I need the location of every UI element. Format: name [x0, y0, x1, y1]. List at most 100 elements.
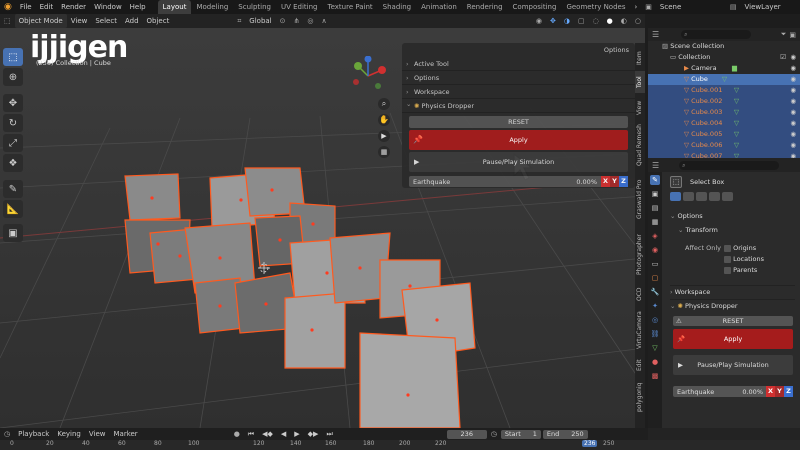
- workspace-tab-uv-editing[interactable]: UV Editing: [276, 0, 323, 14]
- workspace-tab-compositing[interactable]: Compositing: [508, 0, 562, 14]
- properties-search-field[interactable]: ⌕: [679, 160, 780, 170]
- props-axis-y-toggle[interactable]: Y: [775, 386, 784, 397]
- blender-logo-icon[interactable]: ◉: [0, 0, 16, 14]
- outliner-editor-icon[interactable]: ☰: [652, 30, 659, 39]
- play-icon[interactable]: ▶: [290, 427, 303, 441]
- render-props-icon[interactable]: ▣: [650, 189, 660, 199]
- texture-props-icon[interactable]: ▩: [650, 371, 660, 381]
- cube-001-visibility-icon[interactable]: ◉: [790, 85, 796, 96]
- menu-select[interactable]: Select: [91, 14, 121, 28]
- scene-props-icon[interactable]: ◈: [650, 231, 660, 241]
- outliner-scene-collection[interactable]: ▨ Scene Collection: [648, 41, 800, 52]
- view-layer-props-icon[interactable]: ▦: [650, 217, 660, 227]
- perspective-toggle-icon[interactable]: ▦: [378, 146, 390, 158]
- section-active-tool[interactable]: Active Tool: [402, 57, 635, 71]
- tab-quad-remesh[interactable]: Quad Remesh: [635, 121, 645, 169]
- mode-invert-icon[interactable]: [709, 192, 720, 201]
- tab-virtucamera[interactable]: VirtuCamera: [635, 307, 645, 353]
- outliner-item-cube-006[interactable]: ▽ Cube.006 ▽ ◉: [648, 140, 800, 151]
- reset-button[interactable]: RESET: [409, 116, 628, 128]
- outliner-item-cube-005[interactable]: ▽ Cube.005 ▽ ◉: [648, 129, 800, 140]
- workspace-tab-modeling[interactable]: Modeling: [191, 0, 233, 14]
- pivot-icon[interactable]: ⊙: [276, 14, 290, 28]
- add-cube-tool-icon[interactable]: ▣: [3, 224, 23, 242]
- world-props-icon[interactable]: ◉: [650, 245, 660, 255]
- tab-view[interactable]: View: [635, 97, 645, 119]
- tab-graswald-pro[interactable]: Graswald Pro: [635, 173, 645, 225]
- mode-set-icon[interactable]: [670, 192, 681, 201]
- navigation-gizmo[interactable]: [348, 56, 388, 96]
- playhead-frame[interactable]: 236: [582, 440, 598, 447]
- object-props-icon[interactable]: ▢: [650, 273, 660, 283]
- outliner-search-field[interactable]: ⌕: [681, 30, 752, 39]
- tab-tool[interactable]: Tool: [635, 71, 645, 93]
- snap-icon[interactable]: ⋔: [290, 14, 304, 28]
- scale-tool-icon[interactable]: ⤢: [3, 134, 23, 152]
- workspace-tab-sculpting[interactable]: Sculpting: [233, 0, 276, 14]
- props-earthquake-slider[interactable]: Earthquake 0.00% X Y Z: [673, 386, 793, 397]
- select-box-icon[interactable]: ⬚: [670, 176, 682, 188]
- cube-002-visibility-icon[interactable]: ◉: [790, 96, 796, 107]
- camera-view-icon[interactable]: ▶: [378, 130, 390, 142]
- start-frame-field[interactable]: Start 1: [500, 429, 541, 439]
- current-frame-field[interactable]: 236: [446, 429, 487, 439]
- mode-intersect-icon[interactable]: [722, 192, 733, 201]
- jump-end-icon[interactable]: ⏭: [322, 427, 336, 441]
- cube-004-visibility-icon[interactable]: ◉: [790, 118, 796, 129]
- props-axis-z-toggle[interactable]: Z: [784, 386, 793, 397]
- cube-visibility-icon[interactable]: ◉: [790, 74, 796, 85]
- axis-z-toggle[interactable]: Z: [619, 176, 628, 187]
- tab-polygoniq[interactable]: polygoniq: [635, 377, 645, 417]
- jump-start-icon[interactable]: ⏮: [244, 427, 258, 441]
- view-layer-icon[interactable]: ▤: [726, 0, 741, 14]
- properties-editor-icon[interactable]: ☰: [652, 161, 659, 170]
- cube-003-visibility-icon[interactable]: ◉: [790, 107, 796, 118]
- preview-range-icon[interactable]: ◷: [487, 427, 501, 441]
- menu-object[interactable]: Object: [143, 14, 174, 28]
- modifier-props-icon[interactable]: 🔧: [650, 287, 660, 297]
- workspace-section[interactable]: › Workspace: [670, 285, 795, 296]
- shading-wireframe-icon[interactable]: ◌: [589, 14, 603, 28]
- tab-edit[interactable]: Edit: [635, 355, 645, 375]
- measure-tool-icon[interactable]: 📐: [3, 200, 23, 218]
- record-icon[interactable]: ●: [230, 427, 244, 441]
- workspace-tab-layout[interactable]: Layout: [157, 0, 192, 14]
- cube-006-visibility-icon[interactable]: ◉: [790, 140, 796, 151]
- section-workspace[interactable]: Workspace: [402, 85, 635, 99]
- pause-play-button[interactable]: ▶ Pause/Play Simulation: [409, 152, 628, 172]
- menu-help[interactable]: Help: [126, 0, 150, 14]
- timeline-ruler[interactable]: 0 20 40 60 80 100 120 140 160 180 200 22…: [0, 440, 800, 450]
- play-reverse-icon[interactable]: ◀: [277, 427, 290, 441]
- axis-y-toggle[interactable]: Y: [610, 176, 619, 187]
- cursor-tool-icon[interactable]: ⊕: [3, 68, 23, 86]
- shading-rendered-icon[interactable]: ○: [631, 14, 645, 28]
- checkbox-locations[interactable]: Locations: [724, 255, 764, 263]
- options-dropdown[interactable]: Options: [402, 43, 635, 57]
- orientation-icon[interactable]: ⌗: [233, 14, 245, 28]
- collection-checkbox-icon[interactable]: ☑: [780, 52, 786, 63]
- menu-render[interactable]: Render: [57, 0, 90, 14]
- props-axis-x-toggle[interactable]: X: [766, 386, 775, 397]
- checkbox-origins[interactable]: Origins: [724, 244, 764, 252]
- view-layer-selector[interactable]: ViewLayer: [741, 0, 785, 14]
- timeline-menu-marker[interactable]: Marker: [109, 427, 141, 441]
- outliner-collection[interactable]: ▭ Collection ☑ ◉: [648, 52, 800, 63]
- data-props-icon[interactable]: ▽: [650, 343, 660, 353]
- scene-selector[interactable]: Scene: [656, 0, 726, 14]
- outliner-item-camera[interactable]: ▶ Camera ▆ ◉: [648, 63, 800, 74]
- shading-solid-icon[interactable]: ●: [603, 14, 617, 28]
- particles-props-icon[interactable]: ✦: [650, 301, 660, 311]
- workspace-tab-animation[interactable]: Animation: [416, 0, 462, 14]
- workspace-more-icon[interactable]: ›: [630, 0, 641, 14]
- menu-edit[interactable]: Edit: [36, 0, 58, 14]
- mode-subtract-icon[interactable]: [696, 192, 707, 201]
- section-options[interactable]: Options: [402, 71, 635, 85]
- outliner-item-cube-003[interactable]: ▽ Cube.003 ▽ ◉: [648, 107, 800, 118]
- editor-type-icon[interactable]: ⬚: [0, 14, 15, 28]
- timeline-menu-keying[interactable]: Keying: [53, 427, 85, 441]
- section-physics-dropper[interactable]: ✺ Physics Dropper: [402, 97, 635, 113]
- timeline-menu-playback[interactable]: Playback: [14, 427, 53, 441]
- end-frame-field[interactable]: End 250: [542, 429, 588, 439]
- mode-extend-icon[interactable]: [683, 192, 694, 201]
- outliner-item-cube-002[interactable]: ▽ Cube.002 ▽ ◉: [648, 96, 800, 107]
